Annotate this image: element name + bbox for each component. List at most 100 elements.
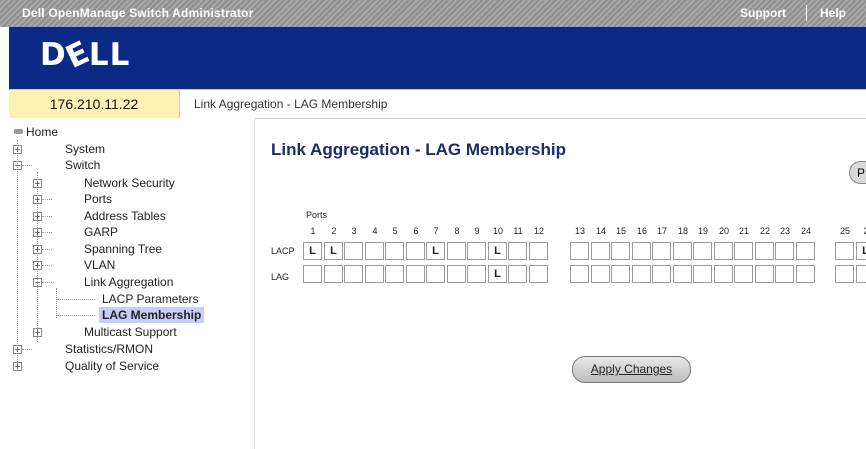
expand-icon[interactable]: +	[13, 345, 22, 354]
lacp-cell-port-12[interactable]	[529, 242, 548, 260]
lacp-cell-port-3[interactable]	[344, 242, 363, 260]
lacp-cell-port-4[interactable]	[365, 242, 384, 260]
port-number: 17	[656, 226, 667, 236]
lag-cell-port-22[interactable]	[755, 265, 774, 283]
lag-cell-port-18[interactable]	[673, 265, 692, 283]
lacp-cell-port-20[interactable]	[714, 242, 733, 260]
tree-link-aggregation[interactable]: Link Aggregation	[84, 274, 173, 290]
lacp-cell-port-7[interactable]: L	[426, 242, 445, 260]
lacp-cell-port-8[interactable]	[447, 242, 466, 260]
support-link[interactable]: Support	[740, 6, 786, 20]
tree-line	[56, 288, 57, 318]
lacp-cell-port-1[interactable]: L	[303, 242, 322, 260]
lacp-cell-port-23[interactable]	[775, 242, 794, 260]
lag-cell-port-11[interactable]	[508, 265, 527, 283]
lag-cell-port-9[interactable]	[467, 265, 486, 283]
lag-cell-port-12[interactable]	[529, 265, 548, 283]
port-number: 20	[718, 226, 729, 236]
lacp-cell-port-19[interactable]	[693, 242, 712, 260]
lag-cell-port-25[interactable]	[835, 265, 854, 283]
tree-line	[57, 315, 95, 316]
lag-cell-port-17[interactable]	[652, 265, 671, 283]
lag-cell-port-20[interactable]	[714, 265, 733, 283]
lag-cell-port-10[interactable]: L	[488, 265, 507, 283]
lacp-cell-port-22[interactable]	[755, 242, 774, 260]
lag-cell-port-2[interactable]	[324, 265, 343, 283]
lacp-cell-port-15[interactable]	[611, 242, 630, 260]
lacp-cell-port-25[interactable]	[835, 242, 854, 260]
tree-address-tables[interactable]: Address Tables	[84, 208, 166, 224]
tree-line	[22, 165, 32, 166]
tree-spanning-tree[interactable]: Spanning Tree	[84, 241, 162, 257]
port-number: 24	[800, 226, 811, 236]
lag-cell-port-24[interactable]	[796, 265, 815, 283]
expand-icon[interactable]: +	[33, 212, 42, 221]
expand-icon[interactable]: +	[33, 261, 42, 270]
lag-cell-port-1[interactable]	[303, 265, 322, 283]
titlebar-separator	[806, 5, 807, 21]
tree-line	[42, 265, 52, 266]
tree-statistics[interactable]: Statistics/RMON	[65, 341, 153, 357]
lacp-cell-port-21[interactable]	[734, 242, 753, 260]
lag-cell-port-4[interactable]	[365, 265, 384, 283]
tree-line	[42, 216, 52, 217]
lag-cell-port-16[interactable]	[632, 265, 651, 283]
tree-lag-membership[interactable]: LAG Membership	[99, 307, 205, 323]
expand-icon[interactable]: +	[13, 145, 22, 154]
lag-cell-port-14[interactable]	[591, 265, 610, 283]
lacp-cell-port-9[interactable]	[467, 242, 486, 260]
lacp-cell-port-2[interactable]: L	[856, 242, 866, 260]
port-number: 5	[392, 226, 398, 236]
tree-system[interactable]: System	[65, 141, 105, 157]
lacp-cell-port-13[interactable]	[570, 242, 589, 260]
tree-network-security[interactable]: Network Security	[84, 175, 175, 191]
lag-cell-port-23[interactable]	[775, 265, 794, 283]
expand-icon[interactable]: +	[33, 328, 42, 337]
collapse-icon[interactable]: −	[13, 161, 22, 170]
lacp-cell-port-24[interactable]	[796, 242, 815, 260]
tree-lacp-parameters[interactable]: LACP Parameters	[102, 291, 199, 307]
lacp-cell-port-11[interactable]	[508, 242, 527, 260]
expand-icon[interactable]: +	[33, 228, 42, 237]
port-number: 7	[433, 226, 439, 236]
tree-qos[interactable]: Quality of Service	[65, 358, 159, 374]
port-number: 25	[839, 226, 850, 236]
lag-cell-port-15[interactable]	[611, 265, 630, 283]
lag-cell-port-13[interactable]	[570, 265, 589, 283]
port-number: 23	[779, 226, 790, 236]
collapse-icon[interactable]: −	[33, 278, 42, 287]
expand-icon[interactable]: +	[33, 245, 42, 254]
lacp-cell-port-14[interactable]	[591, 242, 610, 260]
lacp-cell-port-16[interactable]	[632, 242, 651, 260]
lag-cell-port-2[interactable]	[856, 265, 866, 283]
lag-cell-port-6[interactable]	[406, 265, 425, 283]
tree-vlan[interactable]: VLAN	[84, 257, 115, 273]
lacp-cell-port-18[interactable]	[673, 242, 692, 260]
tree-switch[interactable]: Switch	[65, 157, 100, 173]
lag-cell-port-7[interactable]	[426, 265, 445, 283]
lag-cell-port-3[interactable]	[344, 265, 363, 283]
lacp-cell-port-10[interactable]: L	[488, 242, 507, 260]
tree-ports[interactable]: Ports	[84, 191, 112, 207]
expand-icon[interactable]: +	[33, 195, 42, 204]
lag-cell-port-21[interactable]	[734, 265, 753, 283]
tree-garp[interactable]: GARP	[84, 224, 118, 240]
apply-changes-button[interactable]: Apply Changes	[572, 356, 691, 383]
port-number: 14	[595, 226, 606, 236]
tree-home[interactable]: Home	[26, 124, 58, 140]
tree-line	[57, 299, 95, 300]
lacp-cell-port-5[interactable]	[385, 242, 404, 260]
lag-cell-port-8[interactable]	[447, 265, 466, 283]
breadcrumb: Link Aggregation - LAG Membership	[180, 89, 866, 119]
expand-icon[interactable]: +	[33, 179, 42, 188]
expand-icon[interactable]: +	[13, 362, 22, 371]
tree-multicast-support[interactable]: Multicast Support	[84, 324, 177, 340]
lacp-row-label: LACP	[271, 246, 295, 256]
lacp-cell-port-6[interactable]	[406, 242, 425, 260]
lacp-cell-port-2[interactable]: L	[324, 242, 343, 260]
lag-cell-port-19[interactable]	[693, 265, 712, 283]
lag-cell-port-5[interactable]	[385, 265, 404, 283]
help-link[interactable]: Help	[820, 6, 846, 20]
lacp-cell-port-17[interactable]	[652, 242, 671, 260]
lag-row-label: LAG	[271, 272, 290, 282]
